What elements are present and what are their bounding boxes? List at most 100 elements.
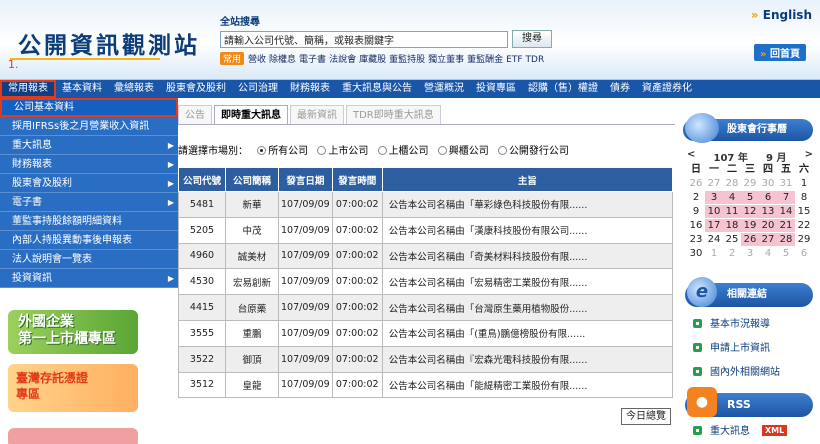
dropdown-item-insider-changes[interactable]: 內部人持股異動事後申報表 xyxy=(0,231,178,250)
calendar-day[interactable]: 21 xyxy=(777,219,795,232)
calendar-day[interactable]: 4 xyxy=(723,191,741,204)
tab-realtime-material-info[interactable]: 即時重大訊息 xyxy=(214,105,288,124)
cell-subject[interactable]: 公告本公司名稱由「奇美材料科技股份有限...... xyxy=(381,242,674,270)
cell-code: 3555 xyxy=(178,319,226,347)
dropdown-item-monthly-revenue[interactable]: 採用IFRSs後之月營業收入資訊 xyxy=(0,117,178,136)
nav-item-operations[interactable]: 營運概況 xyxy=(418,80,470,98)
quick-link[interactable]: 除權息 xyxy=(269,55,296,65)
dropdown-item-shareholders[interactable]: 股東會及股利 ▶ xyxy=(0,174,178,193)
nav-item-material-info[interactable]: 重大訊息與公告 xyxy=(336,80,418,98)
cell-subject[interactable]: 公告本公司名稱由「華彩綠色科技股份有限...... xyxy=(381,191,674,218)
dropdown-item-director-holdings[interactable]: 董監事持股餘額明細資料 xyxy=(0,212,178,231)
market-option-listed[interactable]: 上市公司 xyxy=(317,146,368,157)
radio-icon[interactable] xyxy=(497,146,507,155)
cell-code: 5205 xyxy=(178,216,226,244)
calendar-day[interactable]: 12 xyxy=(741,205,759,218)
nav-item-governance[interactable]: 公司治理 xyxy=(232,80,284,98)
calendar-day[interactable]: 3 xyxy=(705,191,723,204)
tdr-banner[interactable]: 臺灣存託憑證 專區 xyxy=(8,364,138,412)
table-row[interactable]: 4530 宏易創新 107/09/09 07:00:02 公告本公司名稱由「宏易精密工業… xyxy=(178,268,674,296)
calendar-day[interactable]: 19 xyxy=(741,219,759,232)
nav-item-financial-reports[interactable]: 財務報表 xyxy=(284,80,336,98)
radio-selected-icon[interactable] xyxy=(257,146,267,155)
table-row[interactable]: 5481 新華 107/09/09 07:00:02 公告本公司名稱由「華彩綠色科技股份… xyxy=(178,191,674,218)
quick-link[interactable]: 電子書 xyxy=(299,55,326,65)
quick-link[interactable]: 營收 xyxy=(248,55,266,65)
bottom-banner[interactable] xyxy=(8,428,138,444)
nav-item-summary-reports[interactable]: 彙總報表 xyxy=(108,80,160,98)
nav-item-investment[interactable]: 投資專區 xyxy=(470,80,522,98)
radio-icon[interactable] xyxy=(317,146,327,155)
foreign-enterprise-banner[interactable]: 外國企業 第一上市櫃專區 xyxy=(8,310,138,354)
nav-item-warrants[interactable]: 認購（售）權證 xyxy=(522,80,604,98)
calendar-day[interactable]: 20 xyxy=(759,219,777,232)
today-overview-button[interactable]: 今日總覽 xyxy=(621,408,671,425)
dropdown-item-investor-conference[interactable]: 法人說明會一覽表 xyxy=(0,250,178,269)
dropdown-item-ebook[interactable]: 電子書 ▶ xyxy=(0,193,178,212)
table-row[interactable]: 4960 誠美材 107/09/09 07:00:02 公告本公司名稱由「奇美材料科技股… xyxy=(178,242,674,270)
dropdown-item-material-info[interactable]: 重大訊息 ▶ xyxy=(0,136,178,155)
dropdown-item-company-basic[interactable]: 公司基本資料 xyxy=(0,98,178,117)
cell-subject[interactable]: 公告本公司名稱由「(重鳥)鵬億榜股份有限...... xyxy=(381,319,674,347)
tab-latest-info[interactable]: 最新資訊 xyxy=(290,105,344,124)
calendar-day[interactable]: 14 xyxy=(777,205,795,218)
tab-announcement[interactable]: 公告 xyxy=(178,105,212,124)
quick-link[interactable]: 獨立董事 xyxy=(428,55,464,65)
cell-subject[interactable]: 公告本公司名稱由『宏森光電科技股份有限...... xyxy=(381,345,674,373)
market-option-otc[interactable]: 上櫃公司 xyxy=(377,146,429,157)
table-row[interactable]: 4415 台原藥 107/09/09 07:00:02 公告本公司名稱由「台灣原生藥用植… xyxy=(178,294,674,321)
rss-material-info[interactable]: 重大訊息 XML xyxy=(693,423,817,441)
dropdown-item-investment-info[interactable]: 投資資訊 ▶ xyxy=(0,269,178,288)
search-button[interactable]: 搜尋 xyxy=(512,30,552,48)
nav-item-basic-info[interactable]: 基本資料 xyxy=(56,80,108,98)
quick-link[interactable]: 法說會 xyxy=(329,55,356,65)
calendar-day[interactable]: 6 xyxy=(759,191,777,204)
cell-subject[interactable]: 公告本公司名稱由「台灣原生藥用植物股份...... xyxy=(381,294,674,321)
cell-subject[interactable]: 公告本公司名稱由「宏易精密工業股份有限...... xyxy=(381,268,674,296)
calendar-day[interactable]: 10 xyxy=(705,205,723,218)
table-row[interactable]: 3512 皇龍 107/09/09 07:00:02 公告本公司名稱由「能緹精密工業股份… xyxy=(178,371,674,399)
cell-subject[interactable]: 公告本公司名稱由「漢康科技股份有限公司...... xyxy=(381,216,674,244)
cell-subject[interactable]: 公告本公司名稱由「能緹精密工業股份有限...... xyxy=(381,371,674,399)
nav-item-bonds[interactable]: 債券 xyxy=(604,80,636,98)
table-row[interactable]: 5205 中茂 107/09/09 07:00:02 公告本公司名稱由「漢康科技股份有限… xyxy=(178,216,674,244)
market-option-public[interactable]: 公開發行公司 xyxy=(497,146,569,157)
table-row[interactable]: 3522 御頂 107/09/09 07:00:02 公告本公司名稱由『宏森光電科技股份… xyxy=(178,345,674,373)
nav-item-securitization[interactable]: 資產證券化 xyxy=(636,80,698,98)
link-market-report[interactable]: 基本市況報導 xyxy=(693,316,817,334)
calendar-day[interactable]: 18 xyxy=(723,219,741,232)
calendar-day[interactable]: 11 xyxy=(723,205,741,218)
quick-link[interactable]: TDR xyxy=(526,55,545,65)
calendar-day[interactable]: 5 xyxy=(741,191,759,204)
calendar-day[interactable]: 28 xyxy=(777,233,795,246)
quick-link[interactable]: 董監持股 xyxy=(389,55,425,65)
site-logo[interactable]: 公開資訊觀測站 xyxy=(18,26,200,60)
tab-tdr-realtime[interactable]: TDR即時重大訊息 xyxy=(346,105,441,124)
dropdown-item-financial[interactable]: 財務報表 ▶ xyxy=(0,155,178,174)
table-row[interactable]: 3555 重鵬 107/09/09 07:00:02 公告本公司名稱由「(重鳥)鵬億榜股… xyxy=(178,319,674,347)
calendar-day[interactable]: 7 xyxy=(777,191,795,204)
xml-badge[interactable]: XML xyxy=(762,425,788,436)
weekday-label: 二 xyxy=(727,164,737,175)
prev-month-button[interactable]: < xyxy=(687,149,695,161)
calendar-day[interactable]: 13 xyxy=(759,205,777,218)
radio-icon[interactable] xyxy=(377,146,387,155)
link-listing-application[interactable]: 申請上市資訊 xyxy=(693,340,817,358)
cell-time: 07:00:02 xyxy=(331,294,383,321)
quick-link[interactable]: 庫藏股 xyxy=(359,55,386,65)
quick-link[interactable]: ETF xyxy=(506,55,522,65)
next-month-button[interactable]: > xyxy=(805,149,813,161)
calendar-day[interactable]: 27 xyxy=(759,233,777,246)
market-option-emerging[interactable]: 興櫃公司 xyxy=(437,146,489,157)
link-related-websites[interactable]: 國內外相關網站 xyxy=(693,364,817,382)
calendar-day[interactable]: 17 xyxy=(705,219,723,232)
search-input[interactable] xyxy=(220,31,508,48)
nav-item-shareholders[interactable]: 股東會及股利 xyxy=(160,80,232,98)
nav-item-common-reports[interactable]: 常用報表 xyxy=(0,80,56,98)
market-option-all[interactable]: 所有公司 xyxy=(257,146,308,157)
radio-icon[interactable] xyxy=(437,146,447,155)
quick-link[interactable]: 董監酬金 xyxy=(467,55,503,65)
english-link[interactable]: » English xyxy=(751,8,812,22)
calendar-day[interactable]: 26 xyxy=(741,233,759,246)
home-button[interactable]: » 回首頁 xyxy=(754,44,806,61)
